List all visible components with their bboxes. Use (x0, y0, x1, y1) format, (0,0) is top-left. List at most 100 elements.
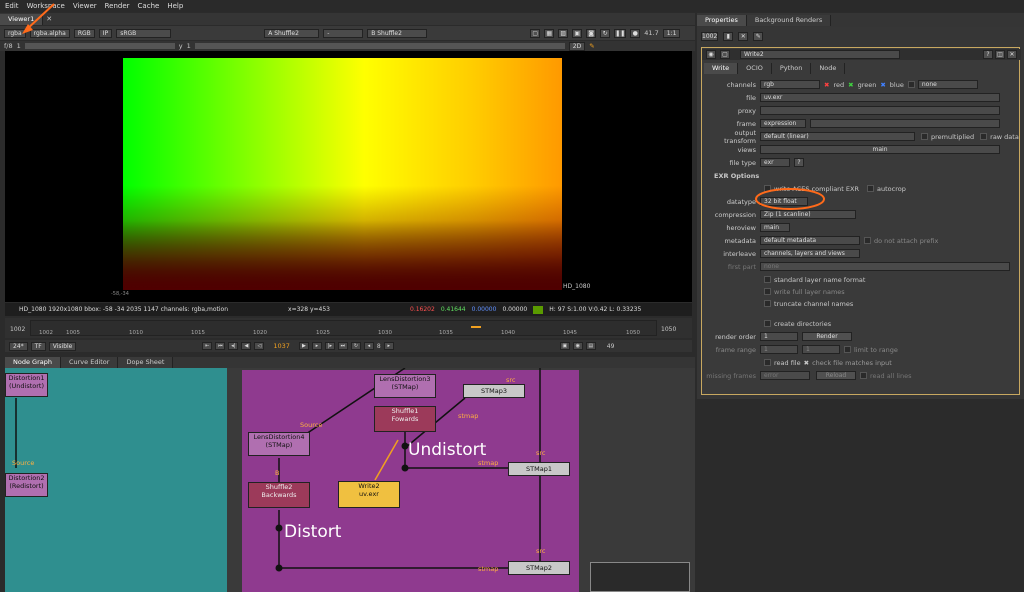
step-value[interactable]: 8 (377, 343, 381, 350)
missing-frames-select[interactable]: error (760, 371, 810, 380)
help-icon[interactable]: ? (983, 50, 993, 59)
help-icon[interactable]: ? (794, 158, 804, 167)
cache-icon[interactable]: ▤ (585, 342, 596, 350)
tab-write[interactable]: Write (704, 63, 739, 74)
node-name-field[interactable]: Write2 (740, 50, 900, 59)
frame-range-start[interactable]: 1 (760, 345, 798, 354)
pencil-icon[interactable]: ✎ (753, 31, 764, 41)
refresh-icon[interactable]: ↻ (600, 28, 611, 38)
play-backward-icon[interactable]: ◁ (254, 342, 265, 350)
node-shuffle1[interactable]: Shuffle1 Fowards (374, 406, 436, 432)
record-icon[interactable]: ● (630, 28, 641, 38)
view-mode-dropdown[interactable]: 2D (568, 41, 586, 51)
grid-icon[interactable]: ▦ (544, 28, 555, 38)
node-stmap3[interactable]: STMap3 (463, 384, 525, 398)
node-write2[interactable]: Write2 uv.exr (338, 481, 400, 508)
zoom-dropdown[interactable]: 1:1 (662, 28, 681, 38)
next-key-icon[interactable]: |▸ (324, 342, 335, 350)
step-fwd-icon[interactable]: ▸ (383, 342, 394, 350)
node-lensdistortion1[interactable]: Distortion1 (Undistort) (5, 373, 48, 397)
timeline-start[interactable]: 1002 (10, 326, 25, 333)
a-input-dropdown[interactable]: A Shuffle2 (264, 28, 320, 38)
first-part-select[interactable]: none (760, 262, 1010, 271)
menu-cache[interactable]: Cache (138, 2, 160, 10)
roi-icon[interactable]: ▣ (572, 28, 583, 38)
blue-check-icon[interactable]: ✖ (880, 81, 885, 89)
mask-icon[interactable]: ▨ (558, 28, 569, 38)
gamma-slider[interactable] (194, 43, 565, 49)
node-lensdistortion2[interactable]: Distortion2 (Redistort) (5, 473, 48, 497)
gain-value[interactable]: 41.7 (644, 29, 658, 37)
lock-icon[interactable]: ◙ (586, 28, 597, 38)
read-file-checkbox[interactable] (764, 359, 771, 366)
graph-minimap[interactable] (590, 562, 690, 592)
timeline-ruler[interactable]: 1002 1005 1010 1015 1020 1025 1030 1035 … (30, 320, 657, 336)
pencil-icon[interactable]: ✎ (589, 42, 594, 50)
composite-op-dropdown[interactable]: - (323, 28, 364, 38)
no-prefix-checkbox[interactable] (864, 237, 871, 244)
tab-node-graph[interactable]: Node Graph (5, 357, 61, 368)
proxy-field[interactable] (760, 106, 1000, 115)
truncate-checkbox[interactable] (764, 300, 771, 307)
render-icon[interactable]: ◉ (572, 342, 583, 350)
current-frame[interactable]: 1037 (273, 342, 290, 350)
visible-dropdown[interactable]: Visible (48, 341, 77, 351)
frame-expression-field[interactable] (810, 119, 1000, 128)
ip-toggle[interactable]: IP (98, 28, 113, 38)
heroview-select[interactable]: main (760, 223, 790, 232)
render-button[interactable]: Render (802, 332, 852, 341)
interleave-select[interactable]: channels, layers and views (760, 249, 860, 258)
node-stmap1[interactable]: STMap1 (508, 462, 570, 476)
lut-dropdown[interactable]: sRGB (116, 28, 172, 38)
step-back-icon[interactable]: ◂ (363, 342, 374, 350)
node-count[interactable]: 1002 (701, 31, 719, 41)
menu-render[interactable]: Render (105, 2, 130, 10)
tab-node[interactable]: Node (811, 63, 846, 74)
playhead-marker[interactable] (471, 321, 481, 328)
play-forward-icon[interactable]: ▶ (298, 342, 309, 350)
std-layer-checkbox[interactable] (764, 276, 771, 283)
write-full-checkbox[interactable] (764, 288, 771, 295)
fstop-value[interactable]: f/8 (4, 42, 13, 50)
node-icon[interactable]: ◉ (706, 50, 716, 59)
tf-dropdown[interactable]: TF (30, 341, 46, 351)
menu-edit[interactable]: Edit (5, 2, 19, 10)
file-field[interactable]: uv.exr (760, 93, 1000, 102)
prev-key-icon[interactable]: ◂| (228, 342, 239, 350)
colorspace-dropdown[interactable]: RGB (73, 28, 95, 38)
frame-select[interactable]: expression (760, 119, 806, 128)
alpha-select[interactable]: none (917, 80, 978, 89)
create-dirs-checkbox[interactable] (764, 320, 771, 327)
menu-viewer[interactable]: Viewer (73, 2, 97, 10)
node-shuffle2[interactable]: Shuffle2 Backwards (248, 482, 310, 508)
snap-icon[interactable]: ▢ (720, 50, 730, 59)
gain-slider[interactable] (24, 43, 175, 49)
one-value[interactable]: 1 (17, 42, 21, 50)
green-check-icon[interactable]: ✖ (848, 81, 853, 89)
views-select[interactable]: main (760, 145, 1000, 154)
timeline-end[interactable]: 1050 (661, 326, 676, 333)
in-out-icon[interactable]: ⇤ (202, 342, 213, 350)
read-all-checkbox[interactable] (860, 372, 867, 379)
frame-range-end[interactable]: 1 (802, 345, 840, 354)
one-value-2[interactable]: 1 (187, 42, 191, 50)
reload-button[interactable]: Reload (816, 371, 856, 380)
tab-dope-sheet[interactable]: Dope Sheet (118, 357, 174, 368)
float-icon[interactable]: ◫ (995, 50, 1005, 59)
check-file-icon[interactable]: ✖ (804, 359, 809, 367)
tab-curve-editor[interactable]: Curve Editor (60, 357, 119, 368)
red-check-icon[interactable]: ✖ (824, 81, 829, 89)
prev-frame-icon[interactable]: ◀ (241, 342, 252, 350)
limit-range-checkbox[interactable] (844, 346, 851, 353)
tab-properties[interactable]: Properties (697, 14, 747, 26)
metadata-select[interactable]: default metadata (760, 236, 860, 245)
last-frame-icon[interactable]: ⏭ (337, 342, 348, 350)
render-order-field[interactable]: 1 (760, 332, 798, 341)
node-lensdistortion4[interactable]: LensDistortion4 (STMap) (248, 432, 310, 456)
node-lensdistortion3[interactable]: LensDistortion3 (STMap) (374, 374, 436, 398)
fps-dropdown[interactable]: 24* (9, 341, 28, 351)
premultiplied-checkbox[interactable] (921, 133, 928, 140)
loop-icon[interactable]: ↻ (350, 342, 361, 350)
tab-ocio[interactable]: OCIO (738, 63, 772, 74)
next-frame-icon[interactable]: ▸ (311, 342, 322, 350)
